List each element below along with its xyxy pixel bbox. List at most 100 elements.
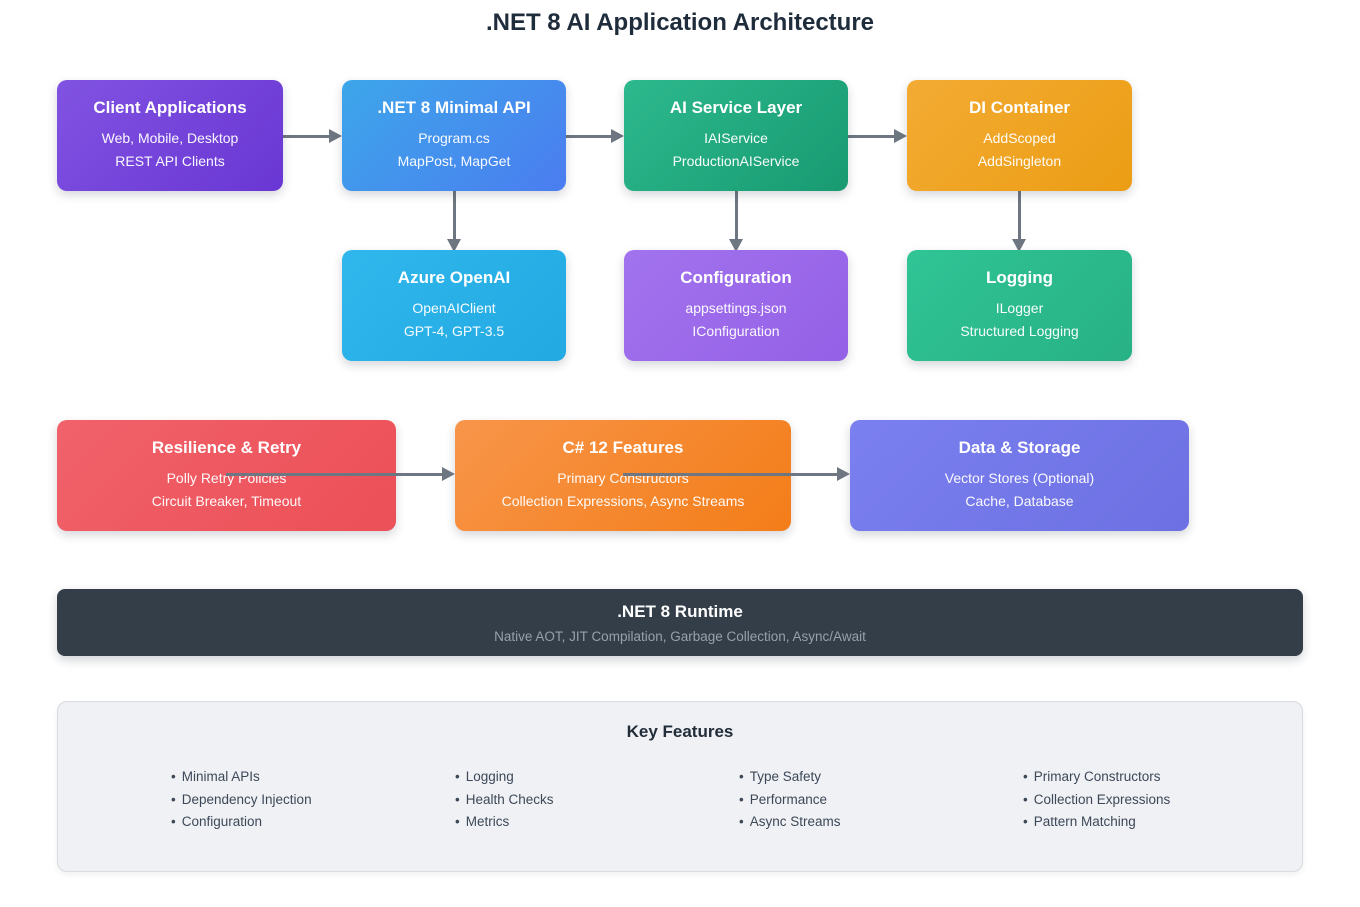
- feature-label: Dependency Injection: [182, 792, 312, 807]
- key-features-grid: • Minimal APIs • Dependency Injection • Con…: [171, 766, 1302, 834]
- arrow-line: [453, 191, 456, 239]
- feature-label: Health Checks: [466, 792, 554, 807]
- node-title: Client Applications: [93, 98, 246, 118]
- node-line: Cache, Database: [965, 490, 1073, 513]
- node-configuration: Configuration appsettings.json IConfigur…: [624, 250, 848, 361]
- node-line: Structured Logging: [960, 320, 1078, 343]
- node-line: IAIService: [704, 127, 768, 150]
- node-azure-openai: Azure OpenAI OpenAIClient GPT-4, GPT-3.5: [342, 250, 566, 361]
- node-line: OpenAIClient: [412, 297, 495, 320]
- node-line: MapPost, MapGet: [398, 150, 511, 173]
- node-line: AddSingleton: [978, 150, 1061, 173]
- arrow-ai-service-to-configuration: [729, 191, 743, 252]
- node-title: Azure OpenAI: [398, 268, 510, 288]
- arrowhead-right-icon: [442, 467, 455, 481]
- arrow-ai-service-to-di-container: [848, 129, 907, 143]
- arrow-line: [1018, 191, 1021, 239]
- arrow-line: [623, 473, 837, 476]
- feature-label: Configuration: [182, 814, 262, 829]
- node-line: GPT-4, GPT-3.5: [404, 320, 504, 343]
- bullet-icon: •: [1023, 769, 1028, 784]
- key-features-column: • Type Safety • Performance • Async Streams: [739, 766, 1023, 834]
- feature-label: Logging: [466, 769, 514, 784]
- feature-item: • Collection Expressions: [1023, 789, 1307, 812]
- arrow-line: [848, 135, 894, 138]
- node-line: Circuit Breaker, Timeout: [152, 490, 301, 513]
- feature-item: • Configuration: [171, 811, 455, 834]
- feature-item: • Dependency Injection: [171, 789, 455, 812]
- feature-label: Async Streams: [750, 814, 841, 829]
- bullet-icon: •: [1023, 814, 1028, 829]
- runtime-subtitle: Native AOT, JIT Compilation, Garbage Col…: [494, 629, 866, 644]
- feature-item: • Health Checks: [455, 789, 739, 812]
- page-title: .NET 8 AI Application Architecture: [0, 9, 1360, 37]
- arrow-minimal-api-to-ai-service: [566, 129, 624, 143]
- arrowhead-right-icon: [894, 129, 907, 143]
- node-line: AddScoped: [983, 127, 1055, 150]
- node-line: IConfiguration: [692, 320, 779, 343]
- feature-item: •Primary Constructors: [1023, 766, 1307, 789]
- feature-label: Collection Expressions: [1034, 792, 1171, 807]
- key-features-title: Key Features: [58, 722, 1302, 742]
- feature-item: • Pattern Matching: [1023, 811, 1307, 834]
- runtime-title: .NET 8 Runtime: [617, 602, 743, 622]
- node-di-container: DI Container AddScoped AddSingleton: [907, 80, 1132, 191]
- node-line: Vector Stores (Optional): [945, 467, 1094, 490]
- arrowhead-right-icon: [611, 129, 624, 143]
- node-data-storage: Data & Storage Vector Stores (Optional) …: [850, 420, 1189, 531]
- key-features-column: •Primary Constructors • Collection Expres…: [1023, 766, 1307, 834]
- node-line: Program.cs: [418, 127, 490, 150]
- bullet-icon: •: [455, 792, 460, 807]
- node-title: Data & Storage: [959, 438, 1081, 458]
- key-features-column: • Logging • Health Checks •Metrics: [455, 766, 739, 834]
- node-ai-service-layer: AI Service Layer IAIService ProductionAI…: [624, 80, 848, 191]
- arrow-resilience-to-csharp12: [226, 467, 455, 481]
- arrow-line: [566, 135, 611, 138]
- bullet-icon: •: [171, 792, 176, 807]
- feature-label: Pattern Matching: [1034, 814, 1136, 829]
- bullet-icon: •: [1023, 792, 1028, 807]
- bullet-icon: •: [171, 769, 176, 784]
- bullet-icon: •: [455, 814, 460, 829]
- feature-label: Performance: [750, 792, 827, 807]
- feature-item: • Async Streams: [739, 811, 1023, 834]
- feature-item: • Minimal APIs: [171, 766, 455, 789]
- bullet-icon: •: [739, 792, 744, 807]
- node-title: AI Service Layer: [670, 98, 802, 118]
- arrowhead-right-icon: [329, 129, 342, 143]
- node-title: Resilience & Retry: [152, 438, 301, 458]
- node-line: appsettings.json: [685, 297, 786, 320]
- bullet-icon: •: [739, 769, 744, 784]
- node-title: .NET 8 Minimal API: [377, 98, 530, 118]
- key-features-column: • Minimal APIs • Dependency Injection • Con…: [171, 766, 455, 834]
- arrow-line: [226, 473, 442, 476]
- arrow-minimal-api-to-azure-openai: [447, 191, 461, 252]
- arrow-di-container-to-logging: [1012, 191, 1026, 252]
- node-line: ILogger: [996, 297, 1043, 320]
- feature-item: • Performance: [739, 789, 1023, 812]
- feature-item: • Logging: [455, 766, 739, 789]
- arrowhead-right-icon: [837, 467, 850, 481]
- node-line: REST API Clients: [115, 150, 224, 173]
- node-line: Web, Mobile, Desktop: [102, 127, 239, 150]
- node-title: Configuration: [680, 268, 791, 288]
- feature-item: •Metrics: [455, 811, 739, 834]
- bullet-icon: •: [455, 769, 460, 784]
- node-logging: Logging ILogger Structured Logging: [907, 250, 1132, 361]
- bullet-icon: •: [739, 814, 744, 829]
- node-line: Collection Expressions, Async Streams: [502, 490, 745, 513]
- feature-label: Type Safety: [750, 769, 821, 784]
- bullet-icon: •: [171, 814, 176, 829]
- node-minimal-api: .NET 8 Minimal API Program.cs MapPost, M…: [342, 80, 566, 191]
- node-client-applications: Client Applications Web, Mobile, Desktop…: [57, 80, 283, 191]
- node-line: ProductionAIService: [673, 150, 800, 173]
- arrow-client-to-minimal-api: [283, 129, 342, 143]
- feature-label: Minimal APIs: [182, 769, 260, 784]
- node-title: Logging: [986, 268, 1053, 288]
- runtime-bar: .NET 8 Runtime Native AOT, JIT Compilati…: [57, 589, 1303, 656]
- node-title: DI Container: [969, 98, 1070, 118]
- arrow-line: [735, 191, 738, 239]
- feature-item: • Type Safety: [739, 766, 1023, 789]
- key-features-panel: Key Features • Minimal APIs • Dependency I…: [57, 701, 1303, 872]
- arrow-line: [283, 135, 329, 138]
